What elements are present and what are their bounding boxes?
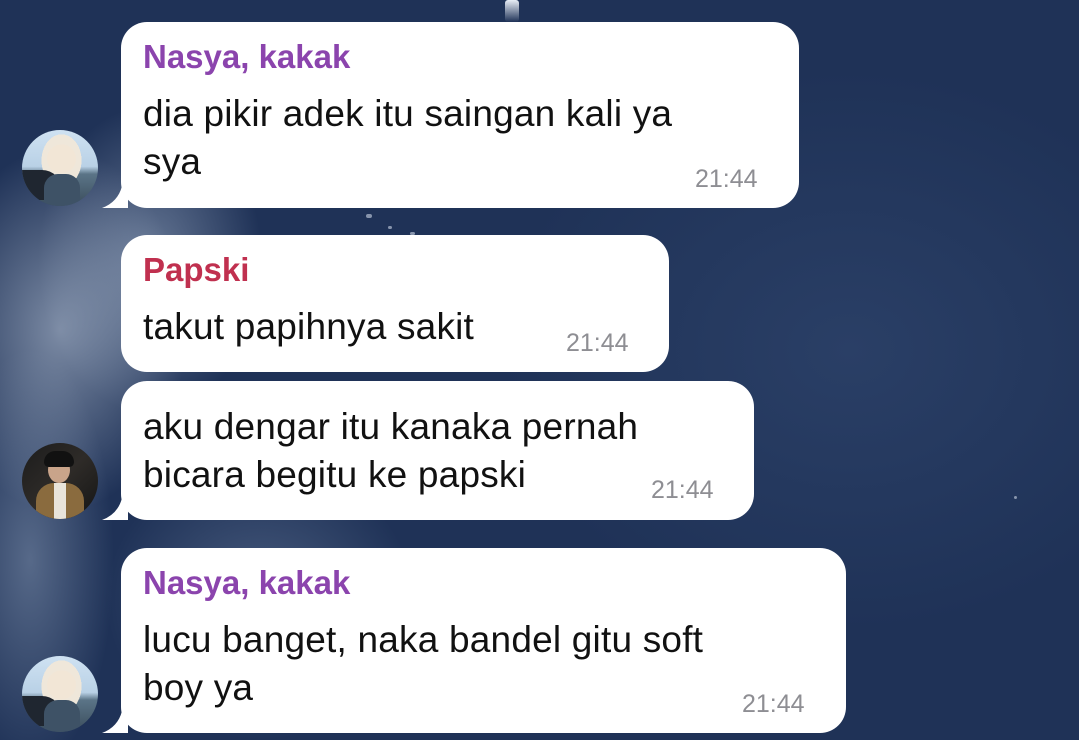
- message-text: lucu banget, naka bandel gitu soft boy y…: [143, 616, 703, 712]
- message-text: dia pikir adek itu saingan kali ya sya: [143, 90, 672, 186]
- avatar-papski[interactable]: [22, 443, 98, 519]
- background-speck: [388, 226, 392, 229]
- message-text-line: sya: [143, 141, 202, 182]
- message-bubble[interactable]: Nasya, kakak lucu banget, naka bandel gi…: [121, 548, 846, 733]
- avatar-nasya[interactable]: [22, 130, 98, 206]
- background-streak: [505, 0, 519, 22]
- background-speck: [366, 214, 372, 218]
- message-timestamp: 21:44: [566, 329, 629, 357]
- message-bubble[interactable]: Nasya, kakak dia pikir adek itu saingan …: [121, 22, 799, 208]
- message-text: takut papihnya sakit: [143, 303, 474, 351]
- message-bubble[interactable]: Papski takut papihnya sakit 21:44: [121, 235, 669, 372]
- message-text-line: lucu banget, naka bandel gitu soft: [143, 619, 704, 660]
- message-timestamp: 21:44: [695, 165, 758, 193]
- avatar-nasya[interactable]: [22, 656, 98, 732]
- message-text: aku dengar itu kanaka pernah bicara begi…: [143, 403, 638, 499]
- sender-name[interactable]: Nasya, kakak: [143, 38, 350, 76]
- message-timestamp: 21:44: [651, 476, 714, 504]
- background-speck: [1014, 496, 1017, 499]
- message-text-line: boy ya: [143, 667, 254, 708]
- sender-name[interactable]: Nasya, kakak: [143, 564, 350, 602]
- message-text-line: bicara begitu ke papski: [143, 454, 527, 495]
- message-bubble[interactable]: aku dengar itu kanaka pernah bicara begi…: [121, 381, 754, 520]
- message-timestamp: 21:44: [742, 690, 805, 718]
- message-text-line: dia pikir adek itu saingan kali ya: [143, 93, 673, 134]
- message-text-line: aku dengar itu kanaka pernah: [143, 406, 639, 447]
- sender-name[interactable]: Papski: [143, 251, 249, 289]
- message-text-line: takut papihnya sakit: [143, 306, 475, 347]
